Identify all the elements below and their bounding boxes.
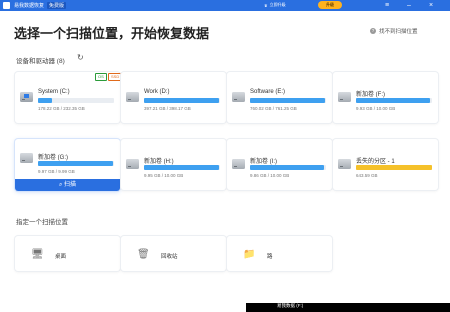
usage-bar-fill — [144, 98, 220, 103]
page-title: 选择一个扫描位置，开始恢复数据 — [14, 26, 210, 41]
usage-bar — [356, 165, 432, 170]
drive-size: 760.02 GB / 761.25 GB — [250, 106, 297, 111]
version-tag: 免费版 — [47, 2, 67, 9]
location-recycle-bin[interactable]: 🗑 回收站 — [121, 236, 226, 271]
location-label: 桌面 — [55, 254, 67, 260]
drive-name: 新加卷 (I:) — [250, 159, 277, 165]
drive-card-i[interactable]: 新加卷 (I:) 9.86 GB / 10.00 GB — [227, 139, 332, 190]
usage-bar-fill — [250, 98, 326, 103]
location-desktop[interactable]: 🖥 桌面 — [15, 236, 120, 271]
drive-name: Software (E:) — [250, 89, 286, 95]
drive-size: 9.97 GB / 9.99 GB — [38, 169, 75, 174]
lost-partition-card[interactable]: 丢失的分区 - 1 643.59 GB — [333, 139, 438, 190]
help-link-label: 找不到扫描位置 — [379, 29, 418, 35]
usage-bar — [356, 98, 432, 103]
hard-drive-icon — [126, 159, 139, 169]
drive-name: System (C:) — [38, 89, 70, 95]
drive-size: 178.22 GB / 232.35 GB — [38, 106, 85, 111]
question-icon: ? — [370, 28, 376, 34]
usage-bar — [144, 98, 220, 103]
drive-name: 新加卷 (H:) — [144, 159, 174, 165]
drive-card-g[interactable]: 新加卷 (G:) 9.97 GB / 9.99 GB ⌕ 扫描 — [15, 139, 120, 191]
hard-drive-icon — [232, 159, 245, 169]
hard-drive-icon — [338, 92, 351, 102]
location-label: 路 — [267, 254, 273, 260]
cant-find-location-link[interactable]: ? 找不到扫描位置 — [370, 27, 418, 35]
upgrade-button[interactable]: 升级 — [318, 1, 342, 9]
windows-drive-icon — [20, 92, 33, 102]
drive-name: 丢失的分区 - 1 — [356, 159, 395, 165]
os-badge: OS — [95, 73, 107, 81]
hard-drive-icon — [126, 92, 139, 102]
usage-bar-fill — [356, 98, 431, 103]
drive-name: Work (D:) — [144, 89, 170, 95]
scan-button-label: 扫描 — [64, 182, 77, 188]
recycle-bin-icon: 🗑 — [137, 249, 150, 260]
drive-size: 9.95 GB / 10.00 GB — [144, 173, 184, 178]
usage-bar-fill — [38, 161, 114, 166]
crown-icon: ♛ — [264, 2, 268, 8]
drive-size: 9.93 GB / 10.00 GB — [356, 106, 396, 111]
location-folder[interactable]: 📁 路 — [227, 236, 332, 271]
drive-size: 9.86 GB / 10.00 GB — [250, 173, 290, 178]
drive-size: 397.21 GB / 398.17 GB — [144, 106, 191, 111]
hard-drive-icon — [20, 153, 33, 163]
upgrade-link[interactable]: ♛ 立即升级 — [264, 2, 286, 8]
upgrade-link-label: 立即升级 — [269, 2, 286, 7]
usage-bar-fill — [356, 165, 432, 170]
usage-bar — [250, 165, 326, 170]
usage-bar — [250, 98, 326, 103]
usage-bar — [144, 165, 220, 170]
refresh-icon[interactable]: ↻ — [77, 53, 84, 62]
usage-bar — [38, 161, 114, 166]
drive-name: 新加卷 (G:) — [38, 155, 68, 161]
minimize-icon[interactable]: – — [402, 0, 416, 11]
drive-card-d[interactable]: Work (D:) 397.21 GB / 398.17 GB — [121, 72, 226, 123]
usage-bar-fill — [250, 165, 325, 170]
close-icon[interactable]: × — [424, 0, 438, 11]
bottom-text: 易我数据 (F:) — [277, 303, 304, 308]
folder-icon: 📁 — [243, 249, 256, 260]
lost-partition-icon — [338, 159, 351, 169]
drive-card-f[interactable]: 新加卷 (F:) 9.93 GB / 10.00 GB — [333, 72, 438, 123]
hard-drive-icon — [232, 92, 245, 102]
locations-section-title: 指定一个扫描位置 — [16, 219, 68, 226]
devices-section-title: 设备和驱动器 (8) — [16, 58, 65, 65]
usage-bar — [38, 98, 114, 103]
scan-button[interactable]: ⌕ 扫描 — [15, 179, 120, 191]
title-bar: 易我数据恢复 免费版 ♛ 立即升级 升级 ≡ – × — [0, 0, 450, 11]
tray-block — [415, 286, 439, 300]
drive-card-h[interactable]: 新加卷 (H:) 9.95 GB / 10.00 GB — [121, 139, 226, 190]
desktop-icon: 🖥 — [31, 249, 44, 260]
drive-size: 643.59 GB — [356, 173, 378, 178]
drive-card-e[interactable]: Software (E:) 760.02 GB / 761.25 GB — [227, 72, 332, 123]
app-logo-icon — [3, 2, 10, 9]
drive-card-c[interactable]: OS SSD System (C:) 178.22 GB / 232.35 GB — [15, 72, 123, 123]
menu-icon[interactable]: ≡ — [380, 0, 394, 11]
location-label: 回收站 — [161, 254, 178, 260]
drive-name: 新加卷 (F:) — [356, 92, 385, 98]
app-name: 易我数据恢复 — [14, 3, 45, 9]
usage-bar-fill — [144, 165, 220, 170]
usage-bar-fill — [38, 98, 52, 103]
